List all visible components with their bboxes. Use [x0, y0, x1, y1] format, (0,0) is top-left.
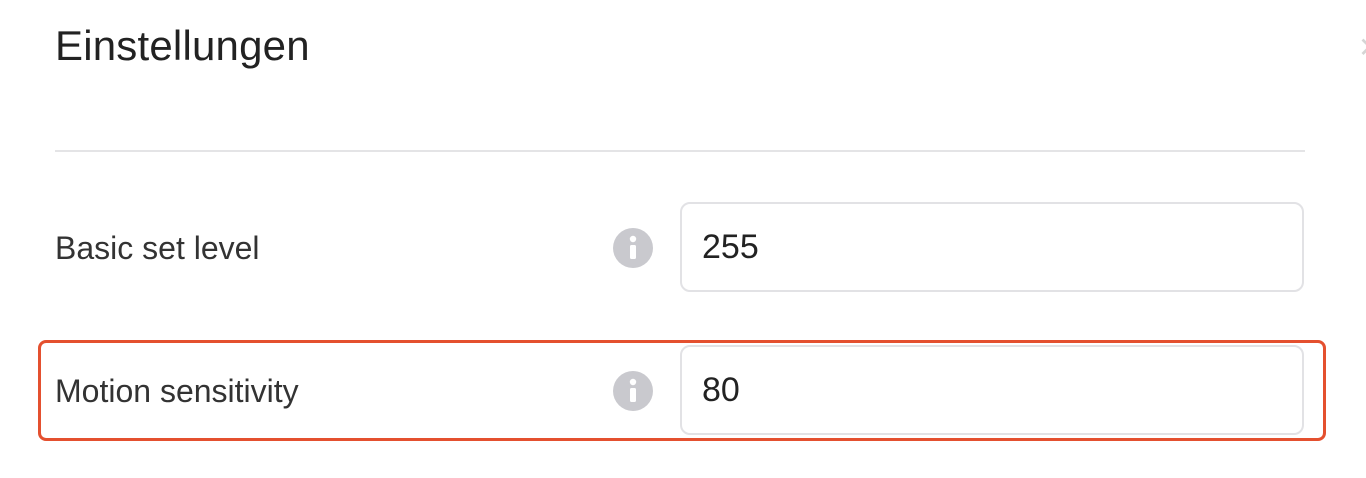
setting-label: Motion sensitivity — [55, 373, 299, 409]
motion-sensitivity-input[interactable] — [680, 345, 1304, 435]
info-icon[interactable] — [613, 228, 653, 268]
page-title: Einstellungen — [55, 22, 310, 69]
divider — [55, 150, 1305, 152]
setting-row-basic-set-level: Basic set level — [55, 202, 1305, 294]
setting-row-motion-sensitivity: Motion sensitivity — [55, 345, 1305, 437]
basic-set-level-input[interactable] — [680, 202, 1304, 292]
setting-label: Basic set level — [55, 230, 260, 266]
info-icon[interactable] — [613, 371, 653, 411]
settings-page: Einstellungen ✕ Basic set level Motion s… — [0, 0, 1366, 478]
close-icon[interactable]: ✕ — [1358, 28, 1366, 68]
